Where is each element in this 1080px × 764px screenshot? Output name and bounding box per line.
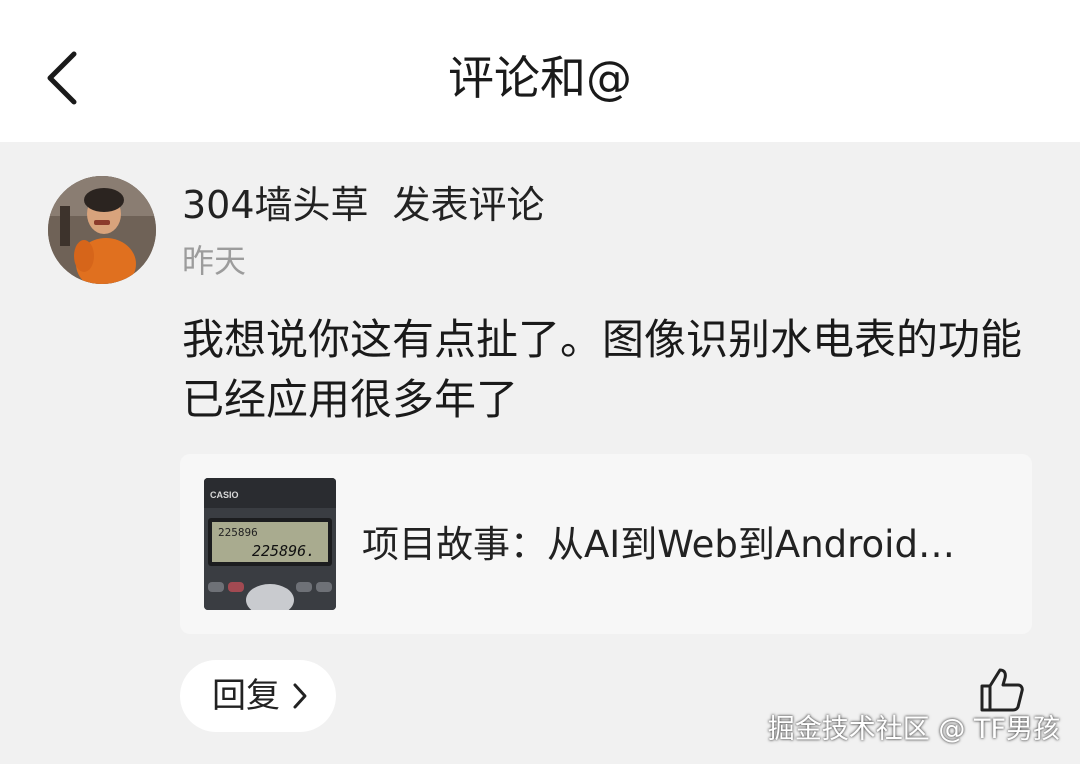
- like-button[interactable]: [978, 666, 1026, 714]
- avatar-image: [48, 176, 156, 284]
- watermark: 掘金技术社区 @ TF男孩: [767, 714, 1060, 745]
- reply-button[interactable]: 回复: [180, 660, 336, 732]
- action-text: 发表评论: [392, 183, 545, 227]
- calculator-brand: CASIO: [210, 490, 239, 500]
- comment-header: 304墙头草 发表评论: [182, 178, 545, 232]
- article-thumbnail: CASIO 225896 225896.: [204, 478, 336, 610]
- display-line-2: 225896.: [252, 542, 315, 560]
- timestamp: 昨天: [182, 242, 247, 280]
- comment-text: 我想说你这有点扯了。图像识别水电表的功能已经应用很多年了: [182, 315, 1023, 424]
- article-card[interactable]: CASIO 225896 225896. 项目故事：从AI到Web到Androi…: [180, 454, 1032, 634]
- reply-label: 回复: [212, 676, 280, 716]
- display-line-1: 225896: [218, 526, 258, 539]
- top-bar: 评论和@: [0, 0, 1080, 142]
- chevron-right-icon: [293, 683, 307, 709]
- calculator-image: CASIO 225896 225896.: [204, 478, 336, 610]
- avatar[interactable]: [48, 176, 156, 284]
- page-title: 评论和@: [448, 51, 632, 105]
- username[interactable]: 304墙头草: [182, 183, 369, 227]
- article-title: 项目故事：从AI到Web到Android…: [362, 523, 955, 566]
- page: 评论和@ 304墙头草 发表评论 昨天 我想说你这有点扯了。图像识别水电表的功能已…: [0, 0, 1080, 764]
- thumbs-up-icon: [980, 668, 1024, 712]
